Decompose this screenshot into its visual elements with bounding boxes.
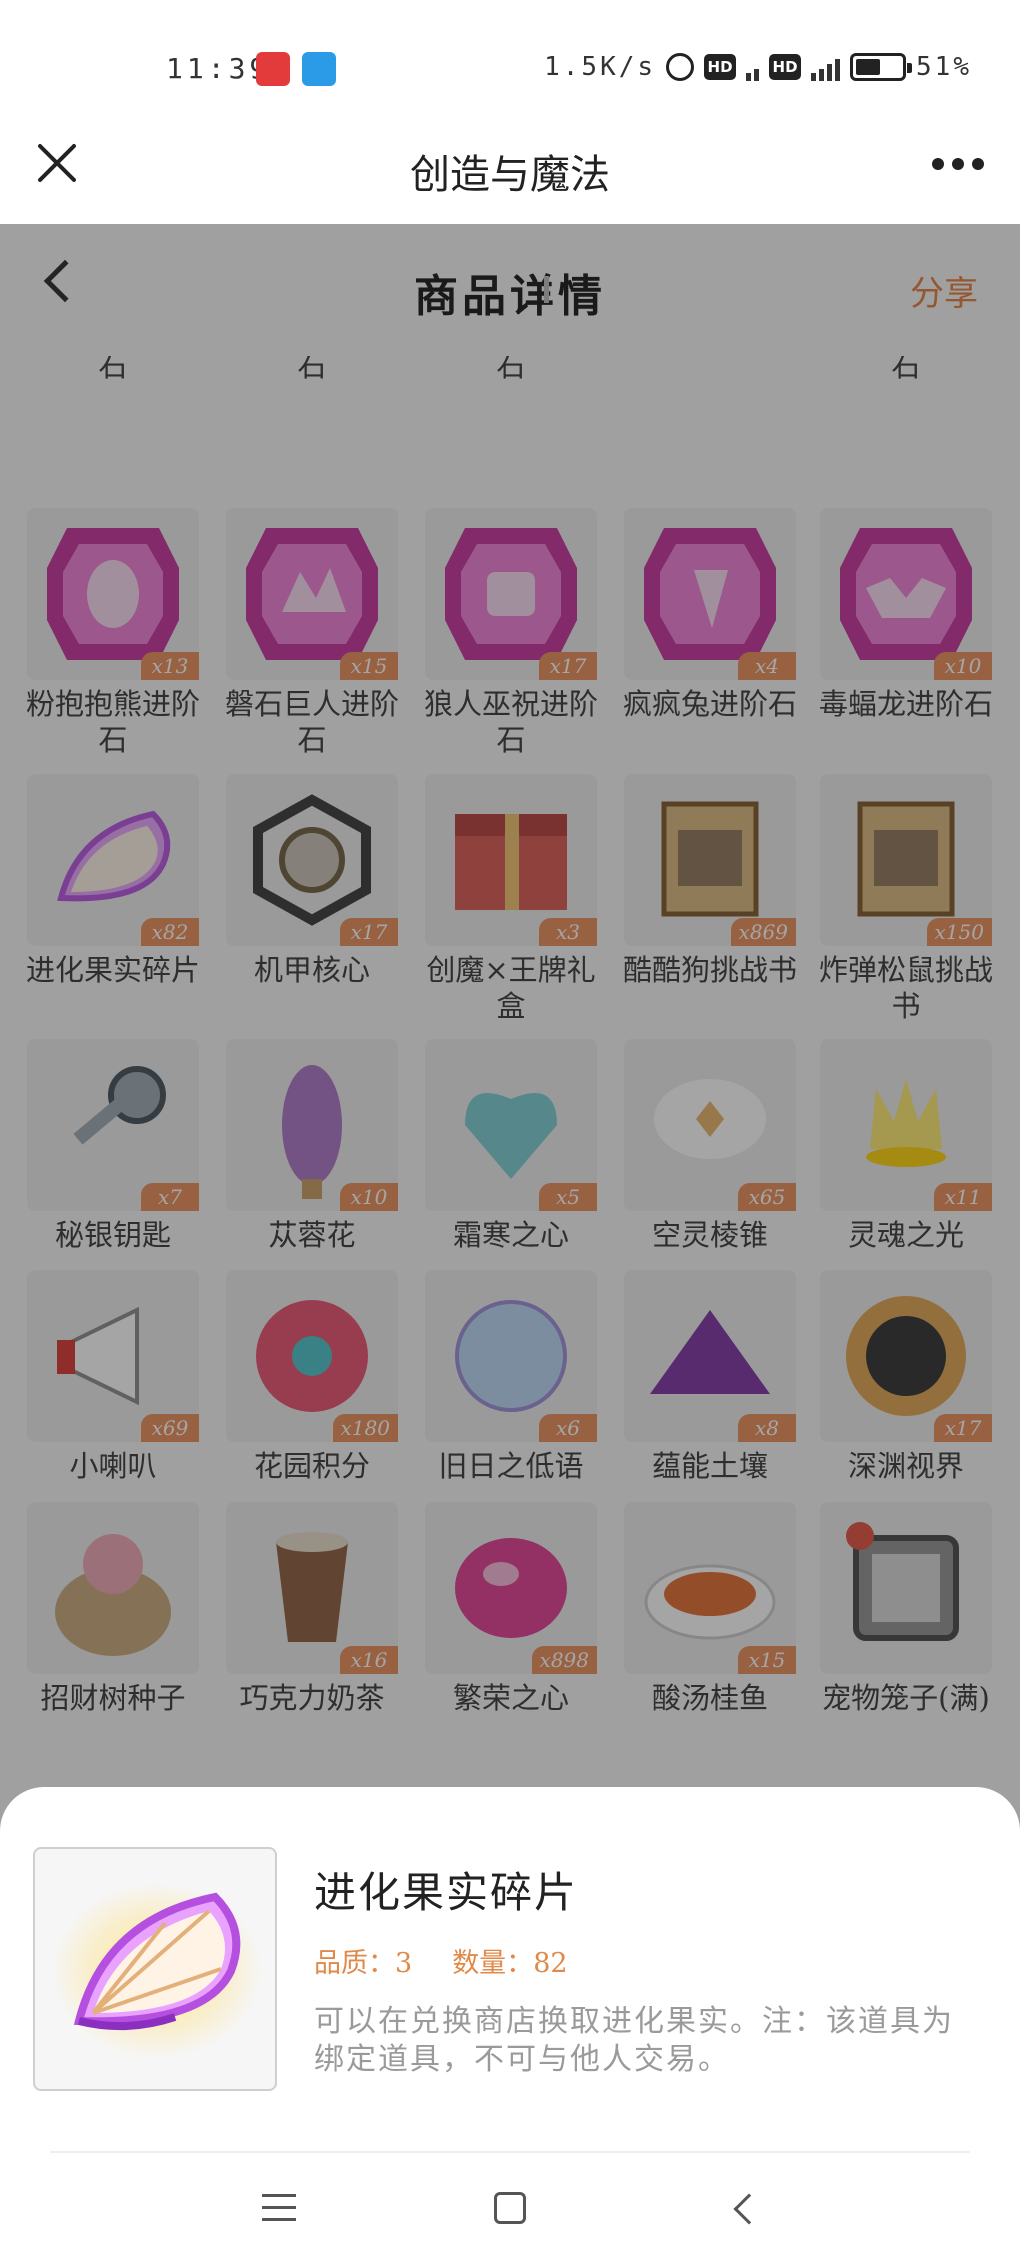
quality-label: 品质： bbox=[314, 1948, 395, 1979]
status-bar: 11:39 1.5K/s HD HD 51% bbox=[0, 0, 1020, 303]
recent-apps-icon[interactable] bbox=[262, 2194, 296, 2222]
alarm-icon bbox=[666, 53, 695, 81]
app-root: 11:39 1.5K/s HD HD 51% 创造与魔法 商品详情 分享 x10… bbox=[0, 0, 1020, 2267]
status-right-group: 1.5K/s HD HD 51% bbox=[544, 52, 972, 303]
detail-description: 可以在兑换商店换取进化果实。注：该道具为绑定道具，不可与他人交易。 bbox=[314, 2004, 954, 2077]
app-title: 创造与魔法 bbox=[410, 152, 610, 198]
detail-meta: 品质：3 数量：82 bbox=[314, 1941, 568, 1980]
detail-item-image bbox=[33, 1847, 277, 2091]
upload-notification-icon bbox=[302, 52, 336, 86]
battery-percent: 51% bbox=[916, 52, 972, 82]
hd-badge-2: HD bbox=[769, 54, 802, 80]
home-icon[interactable] bbox=[494, 2192, 526, 2224]
notification-app-icon bbox=[256, 52, 290, 86]
quality-value: 3 bbox=[395, 1948, 413, 1979]
count-label: 数量： bbox=[452, 1948, 534, 1979]
signal-icon-1 bbox=[544, 53, 760, 303]
status-time: 11:39 bbox=[166, 52, 271, 85]
more-options-icon[interactable] bbox=[932, 158, 984, 170]
system-nav-bar bbox=[0, 2150, 1020, 2267]
detail-item-name: 进化果实碎片 bbox=[314, 1868, 579, 1917]
count-field: 数量：82 bbox=[452, 1941, 567, 1980]
count-value: 82 bbox=[533, 1948, 568, 1979]
hd-badge-1: HD bbox=[704, 54, 737, 80]
battery-icon bbox=[850, 53, 913, 81]
fruit-slice-icon bbox=[52, 1883, 262, 2059]
back-icon[interactable] bbox=[733, 2193, 765, 2225]
net-speed: 1.5K/s bbox=[544, 52, 657, 82]
signal-icon-2 bbox=[544, 53, 841, 303]
quality-field: 品质：3 bbox=[314, 1941, 412, 1980]
mini-program-title-bar: 创造与魔法 bbox=[0, 120, 1020, 224]
